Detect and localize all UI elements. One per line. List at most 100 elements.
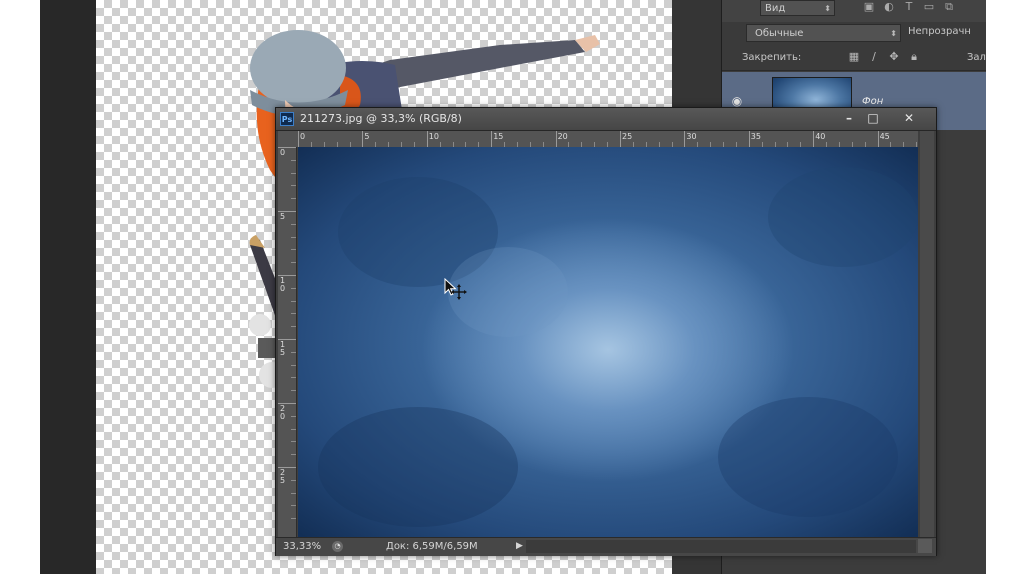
blend-row: Обычные ⬍ Непрозрачн: [722, 22, 986, 46]
ruler-tick: [291, 262, 296, 264]
ruler-tick: [291, 505, 296, 507]
kind-filter-select[interactable]: Вид ⬍: [760, 0, 835, 16]
ruler-tick: [291, 223, 296, 225]
blend-mode-label: Обычные: [755, 28, 804, 39]
ruler-tick: [291, 236, 296, 238]
lock-all-icon[interactable]: 🔒︎: [907, 50, 921, 64]
document-size: Док: 6,59M/6,59M: [386, 541, 478, 552]
ruler-tick: [291, 159, 296, 161]
maximize-button[interactable]: □: [856, 109, 890, 127]
eye-icon[interactable]: ◉: [730, 94, 744, 108]
resize-grip[interactable]: [918, 539, 932, 553]
ruler-tick-char: 0: [280, 412, 286, 421]
ruler-tick-label: 25: [280, 469, 285, 485]
lock-position-icon[interactable]: ✥: [887, 50, 901, 64]
horizontal-scrollbar[interactable]: [526, 540, 916, 553]
vertical-ruler[interactable]: 0 5 10 15 20 25: [278, 147, 297, 537]
ruler-tick: [291, 300, 296, 302]
ruler-tick: [362, 131, 364, 147]
adjust-filter-icon[interactable]: ◐: [882, 0, 896, 14]
ruler-tick-label: 35: [750, 132, 761, 141]
ruler-tick: [813, 131, 815, 147]
image-filter-icon[interactable]: ▣: [862, 0, 876, 14]
close-button[interactable]: ✕: [892, 109, 926, 127]
ruler-tick-char: 0: [280, 284, 286, 293]
horizontal-ruler[interactable]: 0 5 10 15 20 25 30 35 40 45: [298, 131, 918, 148]
photoshop-screen: Вид ⬍ ▣ ◐ T ▭ ⧉ Обычные ⬍ Непрозрачн Зак…: [40, 0, 986, 574]
lock-row: Закрепить: ▦ ∕ ✥ 🔒︎ Зал: [722, 46, 986, 71]
ruler-tick: [291, 185, 296, 187]
document-window[interactable]: Ps 211273.jpg @ 33,3% (RGB/8) – □ ✕ 0 5 10…: [275, 107, 937, 556]
lock-brush-icon[interactable]: ∕: [867, 50, 881, 64]
ruler-tick-label: 5: [364, 132, 370, 141]
ruler-tick: [748, 131, 750, 147]
ruler-tick: [291, 351, 296, 353]
status-menu-arrow-icon[interactable]: ▶: [516, 541, 523, 551]
status-bar: 33,33% ◔ Док: 6,59M/6,59M ▶: [276, 537, 936, 556]
ruler-tick-label: 30: [686, 132, 697, 141]
ruler-tick: [291, 415, 296, 417]
ruler-tick: [291, 479, 296, 481]
ruler-tick: [291, 428, 296, 430]
texture-shade: [718, 397, 898, 517]
ruler-tick: [291, 172, 296, 174]
vertical-scrollbar[interactable]: [920, 131, 934, 537]
ruler-tick-label: 25: [622, 132, 633, 141]
ruler-tick: [291, 454, 296, 456]
ruler-tick: [291, 287, 296, 289]
ruler-tick-label: 20: [557, 132, 568, 141]
ruler-tick-label: 0: [280, 149, 285, 157]
ruler-tick: [291, 377, 296, 379]
ruler-tick-char: 0: [280, 148, 286, 157]
select-arrows-icon: ⬍: [824, 4, 831, 13]
ruler-tick-label: 45: [879, 132, 890, 141]
ruler-tick: [491, 131, 493, 147]
ruler-tick-label: 0: [300, 132, 306, 141]
opacity-label: Непрозрачн: [908, 26, 971, 37]
shape-filter-icon[interactable]: ▭: [922, 0, 936, 14]
smart-filter-icon[interactable]: ⧉: [942, 0, 956, 14]
ruler-tick-label: 15: [493, 132, 504, 141]
lock-transparent-icon[interactable]: ▦: [847, 50, 861, 64]
ruler-tick-label: 40: [815, 132, 826, 141]
ruler-tick: [291, 326, 296, 328]
ruler-tick: [555, 131, 557, 147]
ruler-tick: [426, 131, 428, 147]
ruler-tick: [877, 131, 879, 147]
ruler-tick: [291, 313, 296, 315]
ruler-tick: [291, 518, 296, 520]
ruler-tick-char: 5: [280, 348, 286, 357]
ruler-tick: [620, 131, 621, 147]
ruler-tick-label: 15: [280, 341, 285, 357]
ruler-origin[interactable]: [278, 131, 298, 147]
kind-filter-label: Вид: [765, 3, 786, 14]
status-info-icon[interactable]: ◔: [332, 541, 343, 552]
ruler-tick: [684, 131, 686, 147]
texture-shade: [318, 407, 518, 527]
blend-mode-select[interactable]: Обычные ⬍: [746, 24, 901, 42]
ruler-tick: [291, 390, 296, 392]
document-title: 211273.jpg @ 33,3% (RGB/8): [300, 112, 462, 125]
texture-shade: [768, 167, 918, 267]
layer-filter-row: Вид ⬍ ▣ ◐ T ▭ ⧉: [722, 0, 986, 24]
document-titlebar[interactable]: Ps 211273.jpg @ 33,3% (RGB/8) – □ ✕: [276, 108, 936, 131]
ruler-tick-label: 10: [428, 132, 439, 141]
ruler-tick-char: 5: [280, 212, 286, 221]
ruler-tick: [291, 364, 296, 366]
ruler-tick-char: 5: [280, 476, 286, 485]
type-filter-icon[interactable]: T: [902, 0, 916, 14]
ruler-tick: [291, 492, 296, 494]
fill-label: Зал: [967, 52, 986, 63]
ruler-tick: [291, 198, 296, 200]
move-cursor-icon: [444, 278, 467, 300]
ruler-tick: [291, 249, 296, 251]
ruler-tick-label: 10: [280, 277, 285, 293]
ruler-tick-label: 5: [280, 213, 285, 221]
ruler-tick-label: 20: [280, 405, 285, 421]
blue-texture-canvas[interactable]: [298, 147, 918, 537]
layer-name: Фон: [862, 96, 884, 107]
photoshop-icon: Ps: [280, 112, 294, 126]
zoom-level[interactable]: 33,33%: [283, 541, 321, 552]
lock-label: Закрепить:: [742, 52, 802, 63]
ruler-tick: [298, 131, 299, 147]
